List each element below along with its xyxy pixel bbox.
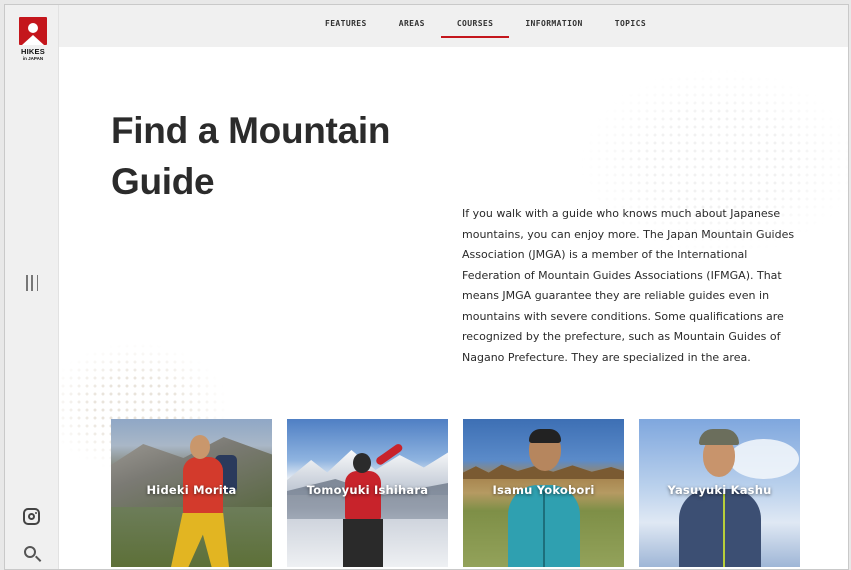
nav-item-courses[interactable]: COURSES [440,5,510,47]
guide-name: Yasuyuki Kashu [667,483,772,497]
search-icon[interactable] [24,546,41,563]
nav-item-features[interactable]: FEATURES [309,5,383,47]
guide-name: Isamu Yokobori [492,483,595,497]
top-navigation: FEATURES AREAS COURSES INFORMATION TOPIC… [59,5,848,47]
nav-item-information[interactable]: INFORMATION [509,5,598,47]
nav-item-topics[interactable]: TOPICS [599,5,662,47]
logo-subtext: in JAPAN [22,56,44,61]
page-title: Find a Mountain Guide [111,110,391,202]
menu-icon[interactable] [26,275,38,291]
logo-text: HIKES [21,47,45,56]
site-logo[interactable]: HIKES in JAPAN [17,17,49,62]
browser-frame: HIKES in JAPAN FEATURES AREAS COURSES IN… [4,4,849,570]
guide-card[interactable]: Isamu Yokobori [463,419,624,567]
sidebar: HIKES in JAPAN [5,5,59,569]
guide-card[interactable]: Hideki Morita [111,419,272,567]
nav-item-areas[interactable]: AREAS [383,5,441,47]
nav-items: FEATURES AREAS COURSES INFORMATION TOPIC… [309,5,662,47]
intro-paragraph: If you walk with a guide who knows much … [462,207,795,364]
logo-mark-icon [19,17,47,45]
guide-name: Hideki Morita [146,483,237,497]
guide-list: Hideki Morita Tomoyuki Ishihara Isamu Yo… [111,419,800,567]
main-content: Find a Mountain Guide If you walk with a… [59,47,848,569]
instagram-icon[interactable] [23,508,40,525]
guide-card[interactable]: Yasuyuki Kashu [639,419,800,567]
guide-card[interactable]: Tomoyuki Ishihara [287,419,448,567]
guide-name: Tomoyuki Ishihara [306,483,429,497]
